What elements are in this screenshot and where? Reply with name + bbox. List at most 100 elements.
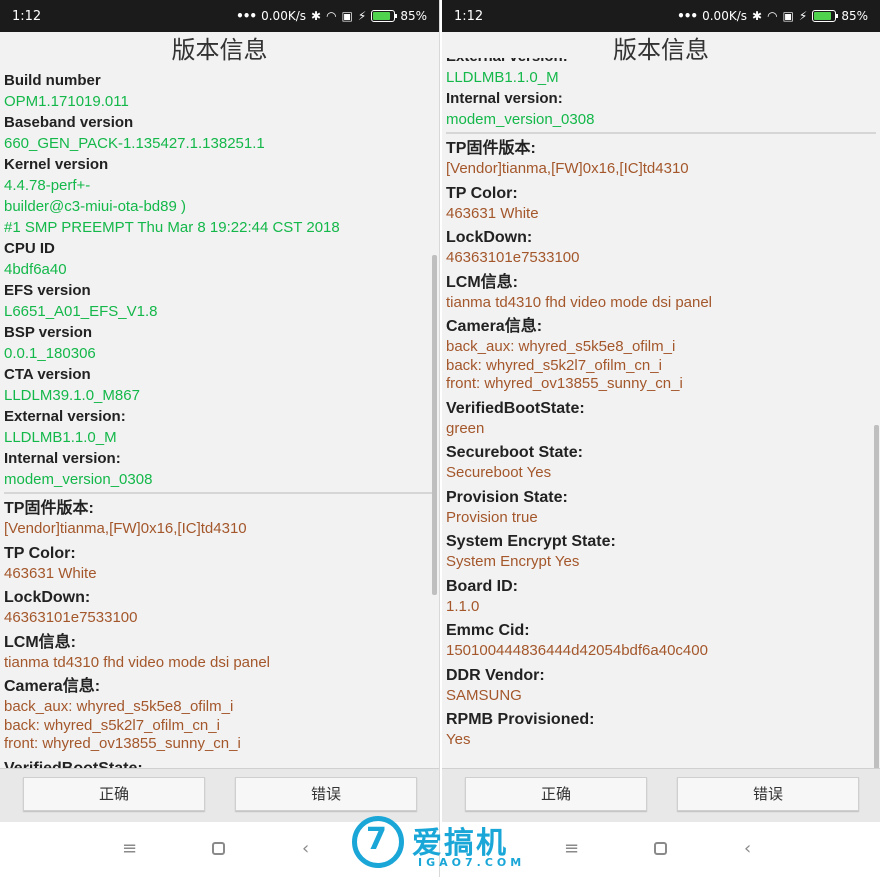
field-label: CPU ID <box>4 240 55 257</box>
info-field: CTA version LLDLM39.1.0_M867 <box>4 364 435 406</box>
field-value: 46363101e7533100 <box>446 249 580 266</box>
field-label: Internal version: <box>4 450 121 467</box>
wifi-icon: ◠ <box>767 9 778 23</box>
field-value: 46363101e7533100 <box>4 609 138 626</box>
hardware-section: TP固件版本: [Vendor]tianma,[FW]0x16,[IC]td431… <box>4 498 435 768</box>
field-label: BSP version <box>4 324 93 341</box>
field-label: TP Color: <box>446 184 518 202</box>
field-value: 4bdf6a40 <box>4 261 67 278</box>
correct-button[interactable]: 正确 <box>23 777 205 811</box>
field-value: LLDLMB1.1.0_M <box>446 69 559 86</box>
field-value: back_aux: whyred_s5k5e8_ofilm_i back: wh… <box>446 338 683 392</box>
logo-mark: 7 <box>366 822 387 857</box>
field-value: 4.4.78-perf+- builder@c3-miui-ota-bd89 )… <box>4 177 340 236</box>
watermark-logo: 7 爱搞机 IGAO7.COM <box>352 812 532 870</box>
menu-icon[interactable]: ≡ <box>564 838 579 859</box>
field-value: tianma td4310 fhd video mode dsi panel <box>4 653 271 671</box>
battery-percent: 85% <box>400 9 427 23</box>
field-label: Build number <box>4 72 101 89</box>
sim-icon: ▣ <box>782 9 794 23</box>
info-field: External version: LLDLMB1.1.0_M <box>4 406 435 448</box>
info-scroll-area[interactable]: Build number OPM1.171019.011 Baseband vers… <box>4 70 435 768</box>
wifi-icon: ◠ <box>326 9 337 23</box>
network-speed: 0.00K/s <box>261 9 306 23</box>
field-value: Secureboot Yes <box>446 464 552 481</box>
field-value: LLDLMB1.1.0_M <box>4 429 117 446</box>
battery-icon <box>812 10 839 22</box>
field-label: VerifiedBootState: <box>446 399 585 417</box>
field-label: TP固件版本: <box>446 140 536 157</box>
info-field: LockDown: 46363101e7533100 <box>446 227 876 268</box>
field-value: modem_version_0308 <box>4 471 153 488</box>
field-label: RPMB Provisioned: <box>446 711 595 728</box>
field-label: TP Color: <box>4 544 76 562</box>
field-label: Internal version: <box>446 90 563 107</box>
field-label: LCM信息: <box>446 273 518 291</box>
field-label: TP固件版本: <box>4 500 94 517</box>
hardware-section: TP固件版本: [Vendor]tianma,[FW]0x16,[IC]td431… <box>446 138 876 750</box>
field-value: 1.1.0 <box>446 597 480 615</box>
page-title: 版本信息 <box>171 36 268 64</box>
field-value: Yes <box>446 731 471 748</box>
status-time: 1:12 <box>12 8 42 24</box>
back-icon[interactable]: ‹ <box>302 838 309 859</box>
status-icons: ••• 0.00K/s ✱ ◠ ▣ ⚡ 85% <box>236 9 427 23</box>
battery-icon <box>371 10 398 22</box>
scrollbar[interactable] <box>874 425 879 770</box>
field-value: 150100444836444d42054bdf6a40c400 <box>446 642 708 659</box>
field-value: L6651_A01_EFS_V1.8 <box>4 303 158 320</box>
signal-dots-icon: ••• <box>236 9 257 23</box>
info-field: TP Color: 463631 White <box>4 543 435 584</box>
info-field: External version: LLDLMB1.1.0_M <box>446 58 876 88</box>
phone-screen-left: 1:12 ••• 0.00K/s ✱ ◠ ▣ ⚡ 85% 版本信息 Build … <box>0 0 440 877</box>
phone-screen-right: 1:12 ••• 0.00K/s ✱ ◠ ▣ ⚡ 85% 版本信息 Extern… <box>440 0 880 877</box>
charging-icon: ⚡ <box>357 9 367 23</box>
field-label: Provision State: <box>446 488 568 506</box>
menu-icon[interactable]: ≡ <box>122 838 137 859</box>
field-value: Provision true <box>446 508 538 526</box>
field-value: 0.0.1_180306 <box>4 345 96 362</box>
field-value: back_aux: whyred_s5k5e8_ofilm_i back: wh… <box>4 698 241 752</box>
status-time: 1:12 <box>454 8 484 24</box>
info-field: LCM信息: tianma td4310 fhd video mode dsi p… <box>446 272 876 313</box>
info-field: TP Color: 463631 White <box>446 183 876 224</box>
status-bar: 1:12 ••• 0.00K/s ✱ ◠ ▣ ⚡ 85% <box>442 0 880 32</box>
info-field: Emmc Cid: 150100444836444d42054bdf6a40c40… <box>446 620 876 661</box>
correct-button[interactable]: 正确 <box>465 777 647 811</box>
field-value: OPM1.171019.011 <box>4 93 129 110</box>
field-value: [Vendor]tianma,[FW]0x16,[IC]td4310 <box>4 520 247 537</box>
field-value: tianma td4310 fhd video mode dsi panel <box>446 293 713 311</box>
info-field: CPU ID 4bdf6a40 <box>4 238 435 280</box>
scrollbar[interactable] <box>432 255 437 595</box>
field-label: LockDown: <box>4 589 91 606</box>
info-scroll-area[interactable]: External version: LLDLMB1.1.0_M Internal v… <box>446 58 876 768</box>
home-icon[interactable] <box>212 838 225 860</box>
charging-icon: ⚡ <box>798 9 808 23</box>
info-field: RPMB Provisioned: Yes <box>446 709 876 750</box>
sim-icon: ▣ <box>341 9 353 23</box>
status-icons: ••• 0.00K/s ✱ ◠ ▣ ⚡ 85% <box>677 9 868 23</box>
field-label: Kernel version <box>4 156 109 173</box>
field-value: LLDLM39.1.0_M867 <box>4 387 140 404</box>
field-label: Board ID: <box>446 577 518 595</box>
info-field: Internal version: modem_version_0308 <box>4 448 435 490</box>
info-field: Baseband version 660_GEN_PACK-1.135427.1.… <box>4 112 435 154</box>
field-label: LCM信息: <box>4 633 76 651</box>
field-label: CTA version <box>4 366 91 383</box>
field-value: 660_GEN_PACK-1.135427.1.138251.1 <box>4 135 265 152</box>
back-icon[interactable]: ‹ <box>744 838 751 859</box>
info-field: Provision State: Provision true <box>446 487 876 528</box>
field-label: External version: <box>4 408 126 425</box>
home-icon[interactable] <box>654 838 667 860</box>
info-field: LockDown: 46363101e7533100 <box>4 587 435 628</box>
info-field: Kernel version 4.4.78-perf+- builder@c3-m… <box>4 154 435 238</box>
info-field: VerifiedBootState: <box>4 758 435 769</box>
bluetooth-icon: ✱ <box>311 9 322 23</box>
version-section: External version: LLDLMB1.1.0_M Internal v… <box>446 58 876 130</box>
field-label: External version: <box>446 58 876 67</box>
battery-fill <box>373 12 391 20</box>
error-button[interactable]: 错误 <box>677 777 859 811</box>
error-button[interactable]: 错误 <box>235 777 417 811</box>
version-section: Build number OPM1.171019.011 Baseband vers… <box>4 70 435 490</box>
field-label: VerifiedBootState: <box>4 759 143 769</box>
